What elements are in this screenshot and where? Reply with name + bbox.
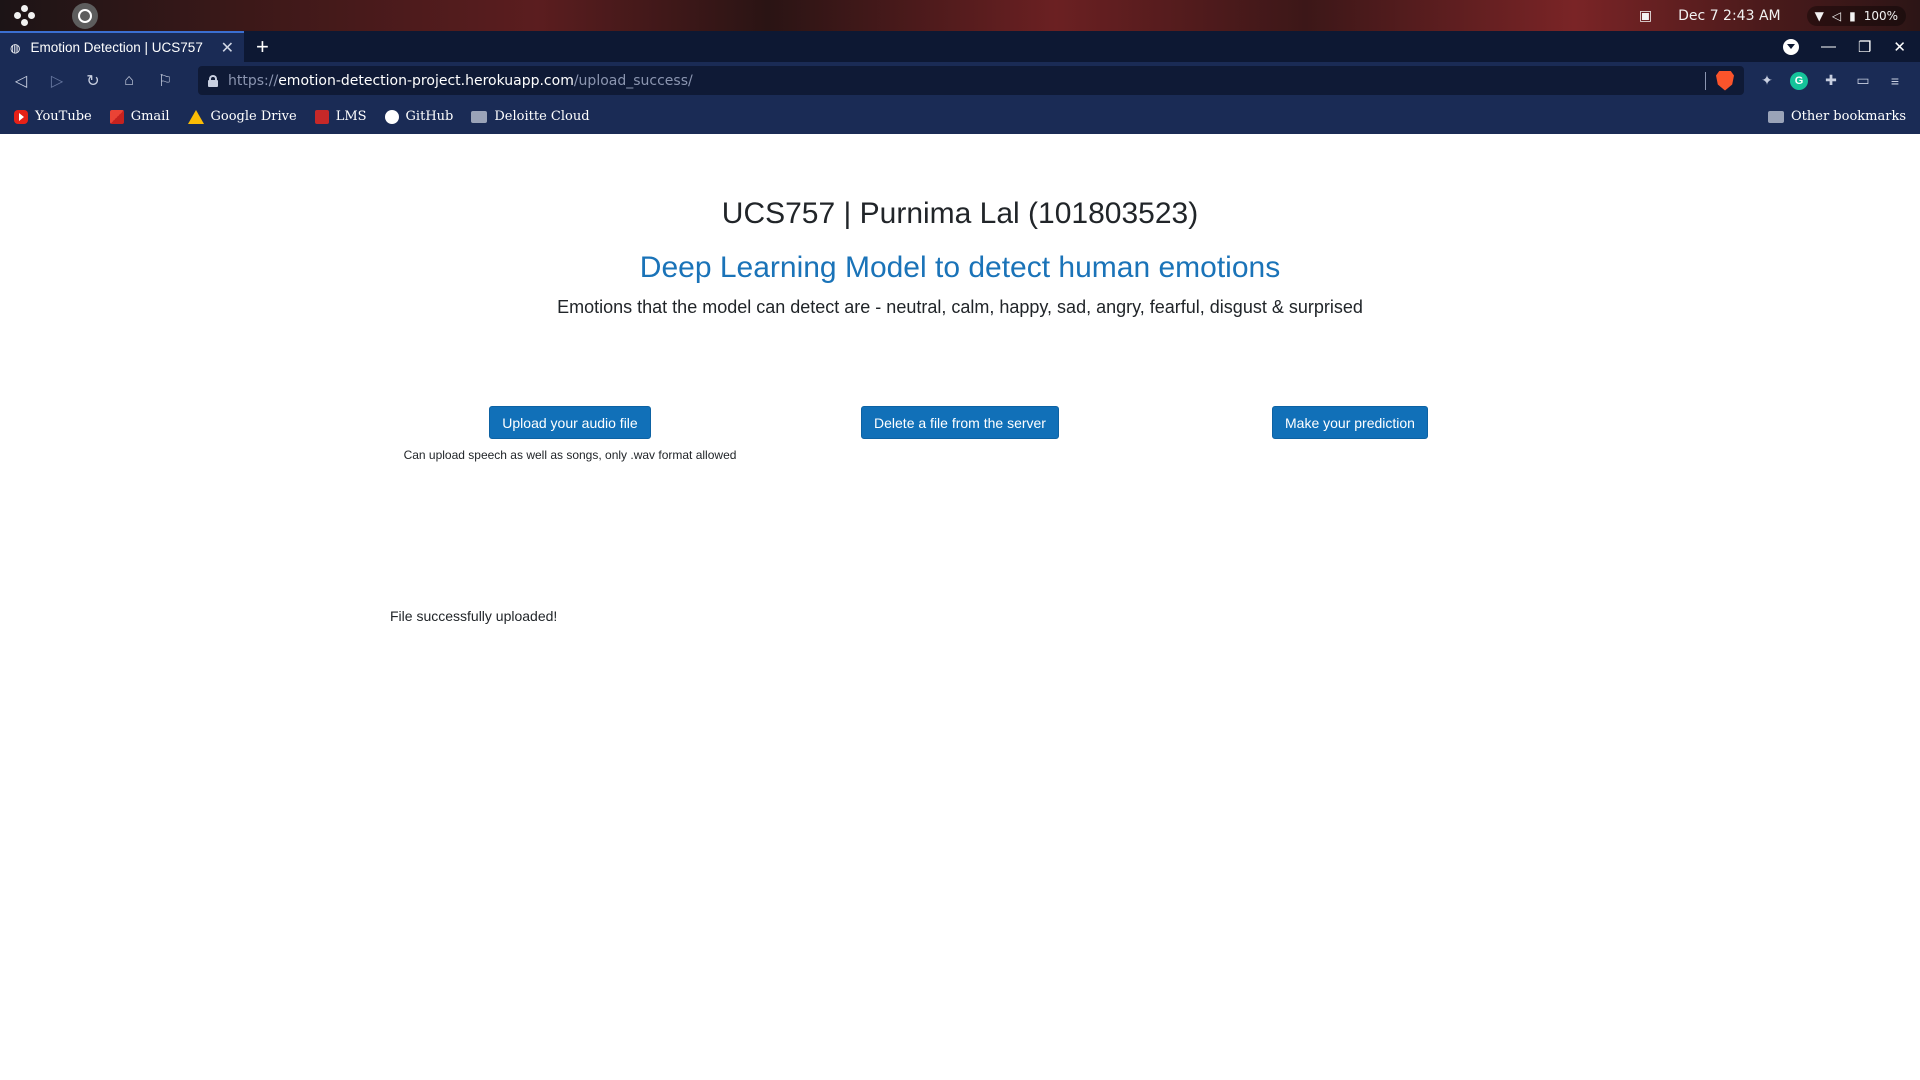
bookmark-google-drive[interactable]: Google Drive [187, 109, 297, 124]
tab-search-icon[interactable] [1782, 38, 1799, 55]
page-title: UCS757 | Purnima Lal (101803523) [721, 197, 1199, 230]
make-prediction-button[interactable]: Make your prediction [1272, 406, 1428, 439]
globe-icon: ◍ [10, 40, 21, 55]
browser-toolbar: ◁ ▷ ↻ ⌂ ⚐ https://emotion-detection-proj… [0, 62, 1920, 99]
address-bar[interactable]: https://emotion-detection-project.heroku… [198, 66, 1744, 95]
battery-icon: ▮ [1849, 8, 1856, 23]
tab-emotion-detection[interactable]: ◍ Emotion Detection | UCS757 ✕ [0, 31, 244, 62]
minimize-icon[interactable]: — [1821, 38, 1836, 55]
os-top-bar: ▣ Dec 7 2:43 AM ▼ ◁ ▮ 100% [0, 0, 1920, 31]
bookmark-gmail[interactable]: Gmail [109, 109, 170, 124]
brave-shields-icon[interactable] [1716, 70, 1734, 91]
github-icon [384, 109, 399, 124]
extension-icon[interactable]: ✦ [1758, 72, 1776, 90]
bookmarks-bar: YouTube Gmail Google Drive LMS GitHub De… [0, 99, 1920, 134]
activities-icon[interactable] [72, 2, 98, 29]
grammarly-icon[interactable]: G [1790, 71, 1808, 90]
volume-icon: ◁ [1831, 8, 1842, 23]
url-text: https://emotion-detection-project.heroku… [228, 72, 693, 89]
delete-file-button[interactable]: Delete a file from the server [861, 406, 1059, 439]
bookmark-github[interactable]: GitHub [384, 109, 453, 124]
close-tab-icon[interactable]: ✕ [221, 38, 234, 58]
page-content: UCS757 | Purnima Lal (101803523) Deep Le… [0, 134, 1920, 1080]
wallet-icon[interactable]: ▭ [1854, 72, 1872, 90]
home-icon[interactable]: ⌂ [118, 70, 140, 92]
menu-icon[interactable]: ≡ [1886, 72, 1904, 90]
wifi-icon: ▼ [1814, 8, 1824, 23]
close-window-icon[interactable]: ✕ [1893, 38, 1906, 56]
bookmark-lms[interactable]: LMS [314, 109, 367, 124]
page-heading: Deep Learning Model to detect human emot… [639, 251, 1281, 284]
back-icon[interactable]: ◁ [10, 70, 32, 92]
new-tab-button[interactable]: + [256, 31, 269, 62]
bookmark-deloitte-cloud[interactable]: Deloitte Cloud [471, 109, 590, 124]
system-tray[interactable]: ▼ ◁ ▮ 100% [1806, 5, 1906, 26]
youtube-icon [14, 109, 28, 124]
system-clock[interactable]: Dec 7 2:43 AM [1664, 8, 1794, 24]
restore-icon[interactable]: ❐ [1858, 38, 1871, 56]
upload-audio-button[interactable]: Upload your audio file [489, 406, 651, 439]
tab-strip: ◍ Emotion Detection | UCS757 ✕ + — ❐ ✕ [0, 31, 1920, 62]
bookmark-youtube[interactable]: YouTube [14, 109, 92, 124]
reload-icon[interactable]: ↻ [82, 70, 104, 92]
lock-icon[interactable] [208, 74, 218, 87]
screen-share-icon[interactable]: ▣ [1639, 8, 1652, 24]
google-drive-icon [187, 109, 204, 124]
gmail-icon [109, 109, 124, 124]
battery-level: 100% [1863, 8, 1898, 23]
other-bookmarks[interactable]: Other bookmarks [1768, 109, 1906, 124]
folder-icon [1768, 110, 1784, 123]
app-launcher-icon[interactable] [14, 4, 36, 27]
bookmark-icon[interactable]: ⚐ [154, 70, 176, 92]
upload-status-message: File successfully uploaded! [390, 608, 558, 624]
lms-icon [314, 109, 329, 124]
extensions-puzzle-icon[interactable]: ✚ [1822, 72, 1840, 90]
url-divider [1705, 71, 1706, 90]
tab-title: Emotion Detection | UCS757 [30, 40, 203, 55]
emotions-description: Emotions that the model can detect are -… [557, 297, 1363, 317]
folder-icon [471, 110, 488, 123]
upload-hint: Can upload speech as well as songs, only… [403, 448, 737, 462]
forward-icon[interactable]: ▷ [46, 70, 68, 92]
